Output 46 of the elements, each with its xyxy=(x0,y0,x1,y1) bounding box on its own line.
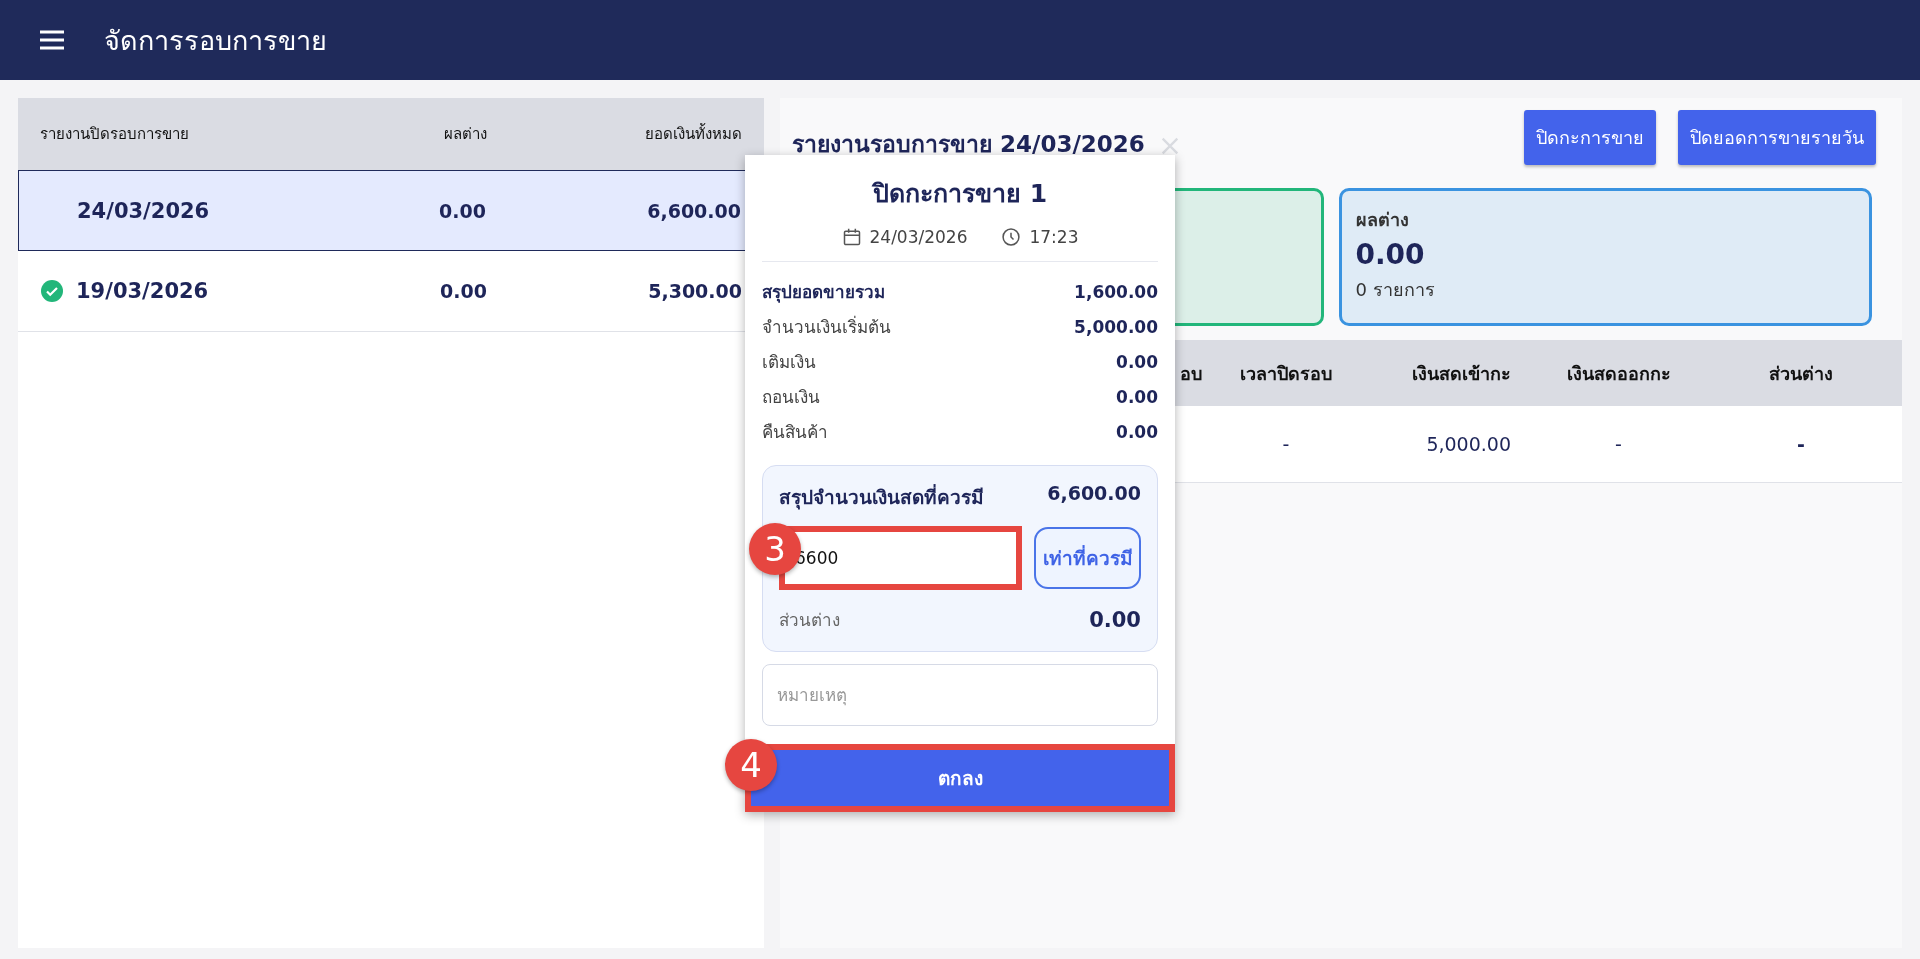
line-value: 1,600.00 xyxy=(1074,281,1158,302)
table-cell-text: - xyxy=(1796,433,1806,455)
date-text: 19/03/2026 xyxy=(76,279,209,303)
column-header: เงินสดเข้ากะ xyxy=(1411,361,1511,386)
column-header: เวลาปิดรอบ xyxy=(1239,361,1333,386)
line-label: เติมเงิน xyxy=(762,351,816,374)
line-value: 5,000.00 xyxy=(1074,316,1158,337)
column-header: ผลต่าง xyxy=(443,124,487,145)
column-header: อบ xyxy=(1180,361,1203,386)
line-value: 0.00 xyxy=(1116,421,1158,442)
difference-label: ส่วนต่าง xyxy=(779,609,840,632)
column-header: ส่วนต่าง xyxy=(1768,361,1834,386)
total-value: 5,300.00 xyxy=(647,280,742,302)
cash-label: สรุปจำนวนเงินสดที่ควรมี xyxy=(779,483,984,512)
date-text: 24/03/2026 xyxy=(77,198,210,223)
date-text: 24/03/2026 xyxy=(869,227,968,247)
report-title: รายงานรอบการขาย 24/03/2026 xyxy=(792,130,1145,159)
fill-expected-button[interactable]: เท่าที่ควรมี xyxy=(1034,527,1141,589)
line-label: สรุปยอดขายรวม xyxy=(762,281,885,305)
remark-field[interactable]: หมายเหตุ xyxy=(762,664,1158,726)
action-button[interactable]: ปิดยอดการขายรายวัน xyxy=(1678,109,1876,165)
column-header: รายงานปิดรอบการขาย xyxy=(40,124,190,145)
table-cell-text: - xyxy=(1281,433,1291,455)
difference-value: 0.00 xyxy=(438,199,486,222)
total-value: 6,600.00 xyxy=(646,199,741,222)
card-value: 0.00 xyxy=(1355,238,1426,271)
line-label: ถอนเงิน xyxy=(762,386,820,409)
table-cell-text: - xyxy=(1614,433,1623,455)
cash-value: 6,600.00 xyxy=(1047,482,1141,506)
line-value: 0.00 xyxy=(1116,351,1158,372)
line-label: จำนวนเงินเริ่มต้น xyxy=(762,314,891,339)
column-header: เงินสดออกกะ xyxy=(1565,361,1672,386)
popup-title: ปิดกะการขาย 1 xyxy=(871,178,1049,210)
page-title: จัดการรอบการขาย xyxy=(104,23,327,58)
difference-value: 0.00 xyxy=(1089,607,1141,632)
difference-value: 0.00 xyxy=(439,280,487,302)
line-value: 0.00 xyxy=(1116,386,1158,407)
line-label: คืนสินค้า xyxy=(762,421,828,444)
card-label: ผลต่าง xyxy=(1355,208,1410,232)
card-note: 0 รายการ xyxy=(1355,278,1436,302)
action-button[interactable]: ปิดกะการขาย xyxy=(1524,109,1656,165)
calendar-icon xyxy=(841,227,862,247)
table-cell-text: 5,000.00 xyxy=(1425,433,1511,455)
clock-icon xyxy=(1001,227,1022,247)
time-text: 17:23 xyxy=(1029,227,1079,247)
column-header: ยอดเงินทั้งหมด xyxy=(644,122,742,145)
